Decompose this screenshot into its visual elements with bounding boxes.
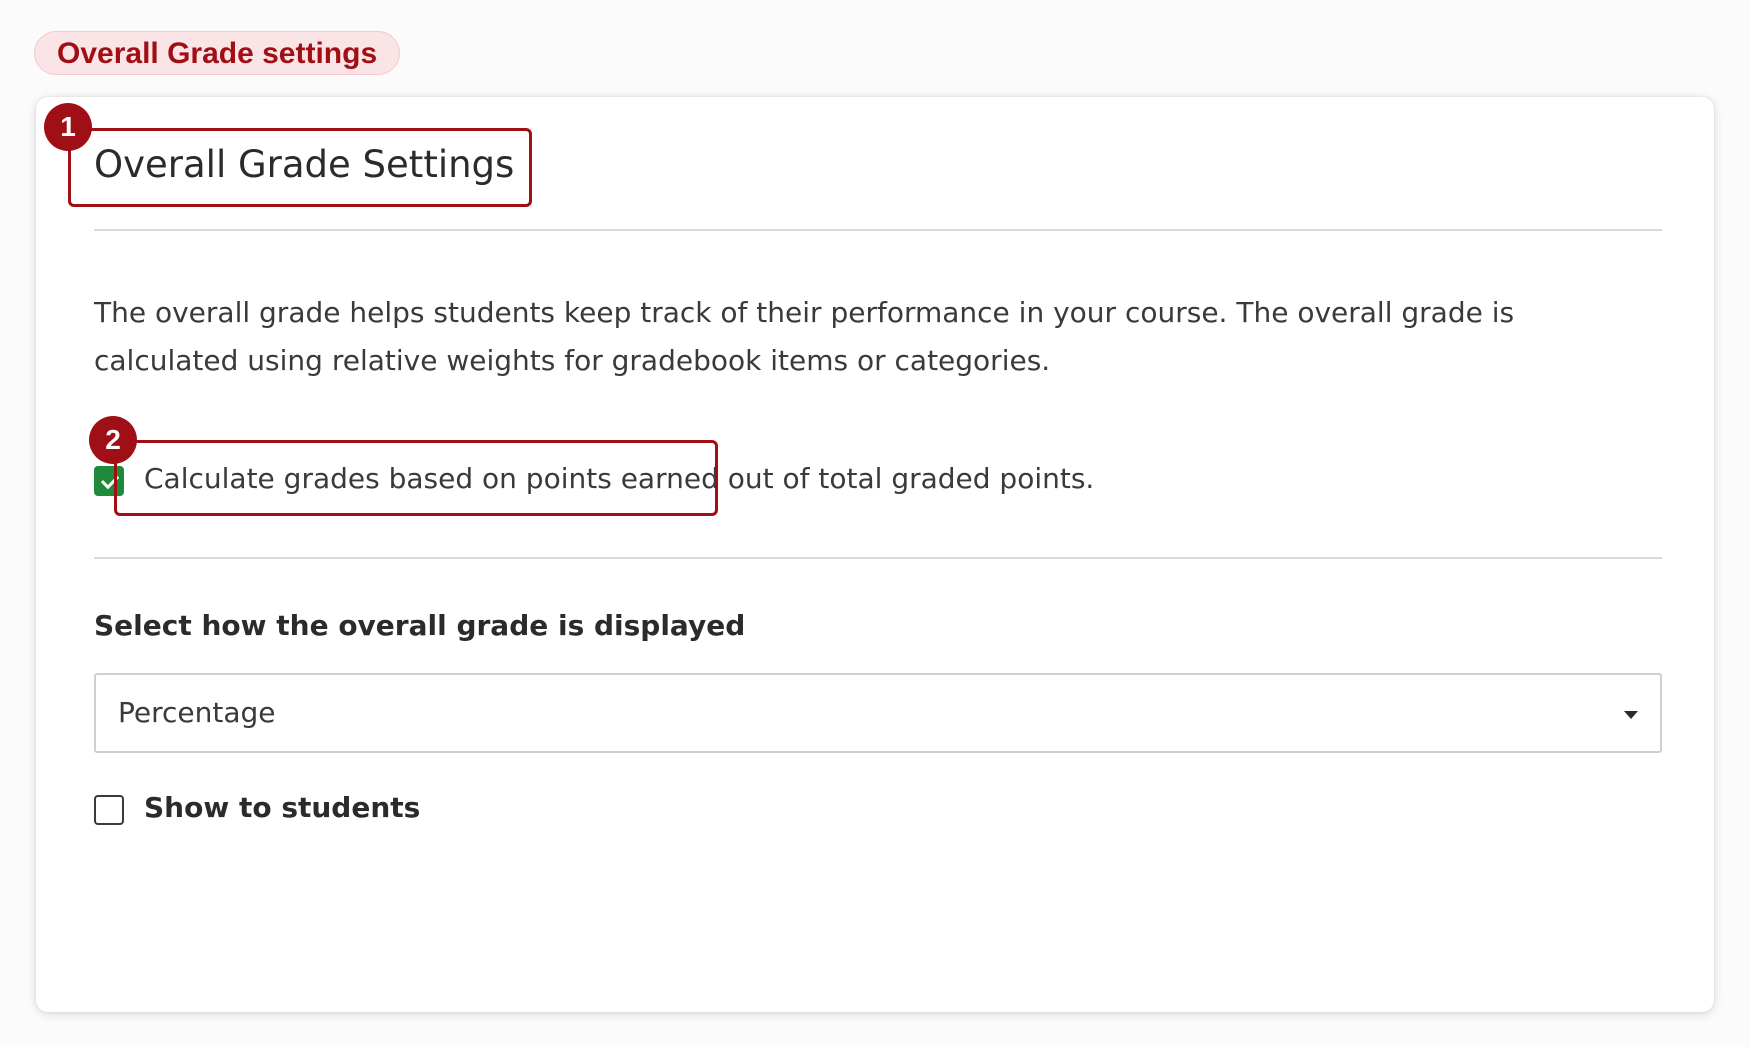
divider [94, 557, 1662, 559]
show-to-students-checkbox[interactable] [94, 795, 124, 825]
page: Overall Grade settings Overall Grade Set… [0, 0, 1750, 1047]
section-tag: Overall Grade settings [34, 31, 401, 75]
callout-badge-1: 1 [44, 103, 92, 151]
display-select-label: Select how the overall grade is displaye… [94, 609, 746, 642]
callout-highlight-checkbox [114, 440, 718, 516]
caret-down-icon [1624, 711, 1638, 719]
callout-badge-2: 2 [89, 416, 137, 464]
divider [94, 229, 1662, 231]
panel-description: The overall grade helps students keep tr… [94, 296, 1515, 377]
show-to-students-label[interactable]: Show to students [144, 788, 420, 828]
grade-display-select[interactable]: Percentage [94, 673, 1662, 753]
grade-display-selected-value: Percentage [118, 696, 276, 729]
callout-highlight-title [68, 128, 532, 207]
overall-grade-settings-panel: Overall Grade Settings The overall grade… [36, 97, 1714, 1012]
